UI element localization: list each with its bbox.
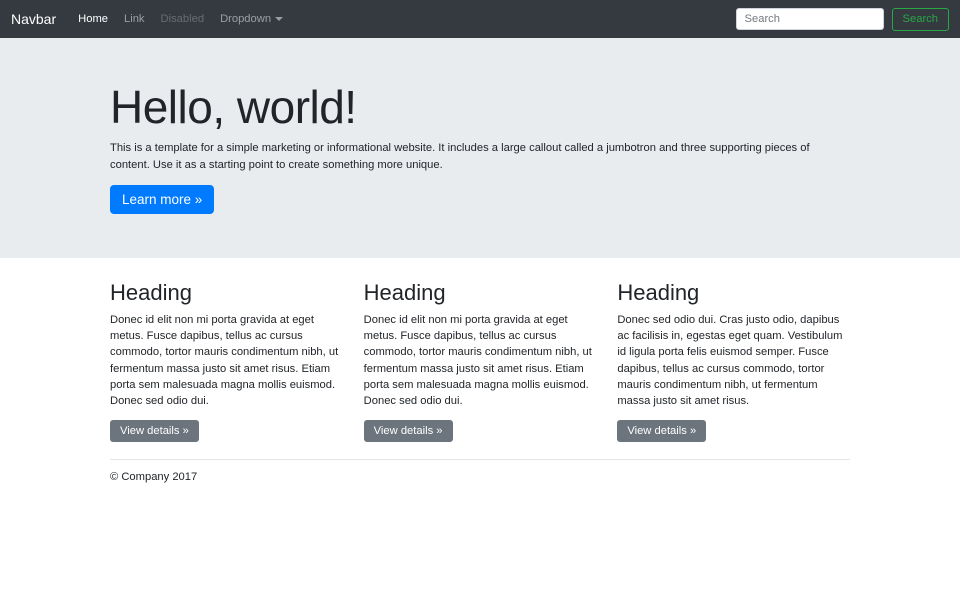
column-body: Donec id elit non mi porta gravida at eg… <box>110 312 343 409</box>
nav-dropdown-label: Dropdown <box>220 13 271 25</box>
nav-link-link[interactable]: Link <box>116 7 153 31</box>
nav-link-disabled: Disabled <box>153 7 213 31</box>
view-details-button-3[interactable]: View details » <box>617 420 706 442</box>
page-title: Hello, world! <box>110 80 850 135</box>
content-column-3: Heading Donec sed odio dui. Cras justo o… <box>617 280 850 442</box>
column-heading: Heading <box>364 280 597 306</box>
content-columns: Heading Donec id elit non mi porta gravi… <box>110 280 850 442</box>
jumbotron: Hello, world! This is a template for a s… <box>0 38 960 258</box>
column-heading: Heading <box>617 280 850 306</box>
view-details-button-1[interactable]: View details » <box>110 420 199 442</box>
footer-divider <box>110 459 850 460</box>
footer: © Company 2017 <box>110 471 850 483</box>
column-heading: Heading <box>110 280 343 306</box>
caret-down-icon <box>275 17 283 21</box>
nav-dropdown-toggle[interactable]: Dropdown <box>212 7 291 31</box>
search-button[interactable]: Search <box>892 8 949 31</box>
content-column-2: Heading Donec id elit non mi porta gravi… <box>364 280 597 442</box>
navbar-brand[interactable]: Navbar <box>11 11 56 27</box>
navbar: Navbar Home Link Disabled Dropdown Searc… <box>0 0 960 38</box>
navbar-left-group: Navbar Home Link Disabled Dropdown <box>11 7 291 31</box>
main-content: Hello, world! This is a template for a s… <box>0 38 960 483</box>
navbar-search-form: Search <box>736 8 949 31</box>
jumbotron-description: This is a template for a simple marketin… <box>110 140 850 174</box>
search-input[interactable] <box>736 8 884 30</box>
content-column-1: Heading Donec id elit non mi porta gravi… <box>110 280 343 442</box>
column-body: Donec sed odio dui. Cras justo odio, dap… <box>617 312 850 409</box>
view-details-button-2[interactable]: View details » <box>364 420 453 442</box>
learn-more-button[interactable]: Learn more » <box>110 185 214 214</box>
copyright-text: © Company 2017 <box>110 471 850 483</box>
nav-link-home[interactable]: Home <box>70 7 116 31</box>
navbar-nav: Home Link Disabled Dropdown <box>70 7 291 31</box>
column-body: Donec id elit non mi porta gravida at eg… <box>364 312 597 409</box>
